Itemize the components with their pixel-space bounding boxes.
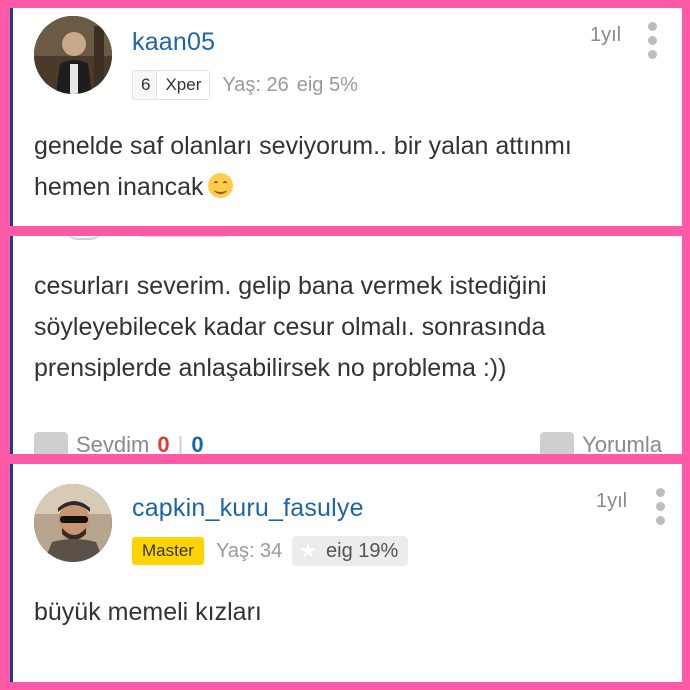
thumbs-up-icon bbox=[34, 432, 68, 454]
action-row: Sevdim 0 | 0 Yorumla bbox=[34, 432, 662, 454]
like-label: Sevdim bbox=[76, 432, 150, 454]
eig-pill: ★ eig 19% bbox=[292, 536, 409, 566]
username-link[interactable]: capkin_kuru_fasulye bbox=[132, 494, 364, 523]
comment-line: söyleyebilecek kadar cesur olmalı. sonra… bbox=[34, 313, 546, 341]
like-button[interactable]: Sevdim 0 | 0 bbox=[34, 432, 204, 454]
eig-label: eig 19% bbox=[326, 539, 399, 562]
comment-icon bbox=[540, 432, 575, 454]
age-label: Yaş: 34 bbox=[215, 539, 283, 562]
count-separator: | bbox=[177, 432, 184, 454]
avatar[interactable] bbox=[34, 484, 112, 562]
level-number: 6 bbox=[141, 75, 151, 94]
username-link[interactable]: kaan05 bbox=[132, 28, 215, 57]
avatar[interactable] bbox=[34, 16, 112, 94]
star-icon: ★ bbox=[298, 538, 319, 563]
vertical-dots-icon[interactable] bbox=[656, 488, 666, 530]
age-label: Yaş: 26 bbox=[222, 73, 289, 96]
comment-card: kaan05 1yıl 6 Xper Yaş: 26 eig 5% geneld… bbox=[10, 8, 682, 226]
comment-card: capkin_kuru_fasulye 1yıl Master Yaş: 34 … bbox=[10, 464, 682, 682]
user-meta: 6 Xper Yaş: 26 eig 5% bbox=[132, 70, 358, 100]
comment-line: genelde saf olanları seviyorum.. bir yal… bbox=[34, 132, 572, 160]
eig-label: eig 5% bbox=[296, 73, 358, 96]
smiling-face-icon bbox=[207, 173, 233, 198]
dislike-count: 0 bbox=[191, 432, 204, 454]
level-badge: Master bbox=[132, 537, 204, 565]
comment-line: prensiplerde anlaşabilirsek no problema … bbox=[34, 354, 507, 382]
comment-text: cesurları severim. gelip bana vermek ist… bbox=[34, 266, 662, 389]
vertical-dots-icon[interactable] bbox=[648, 22, 658, 64]
level-title: Xper bbox=[156, 71, 210, 99]
reply-button[interactable]: Yorumla bbox=[540, 432, 662, 454]
level-badge: 6 Xper bbox=[132, 70, 211, 100]
user-meta: Master Yaş: 34 ★ eig 19% bbox=[132, 536, 409, 566]
comment-line: cesurları severim. gelip bana vermek ist… bbox=[34, 272, 547, 300]
timestamp: 1yıl bbox=[596, 490, 628, 512]
comment-line: büyük memeli kızları bbox=[34, 598, 262, 626]
timestamp: 1yıl bbox=[590, 24, 622, 46]
cropped-header bbox=[50, 236, 250, 242]
comment-line-with-emoji: hemen inancak bbox=[34, 167, 662, 208]
comment-line: hemen inancak bbox=[34, 173, 204, 201]
comment-card: cesurları severim. gelip bana vermek ist… bbox=[10, 236, 682, 454]
like-count: 0 bbox=[157, 432, 170, 454]
reply-label: Yorumla bbox=[582, 432, 662, 454]
comment-text: genelde saf olanları seviyorum.. bir yal… bbox=[34, 126, 662, 208]
comment-text: büyük memeli kızları bbox=[34, 592, 662, 633]
